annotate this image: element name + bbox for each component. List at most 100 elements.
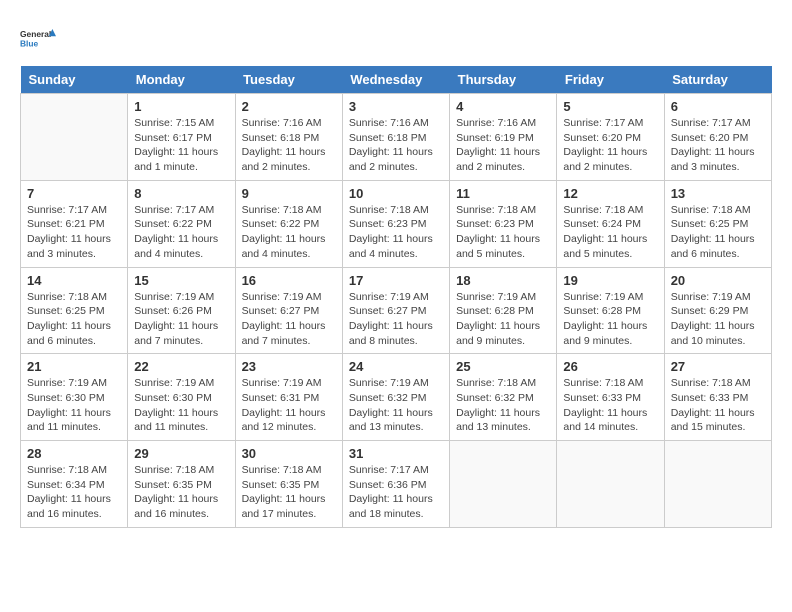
logo-svg: General Blue [20, 20, 56, 56]
calendar-cell: 19Sunrise: 7:19 AMSunset: 6:28 PMDayligh… [557, 267, 664, 354]
day-number: 30 [242, 446, 336, 461]
header-sunday: Sunday [21, 66, 128, 94]
day-number: 23 [242, 359, 336, 374]
calendar-cell: 23 Sunrise: 7:19 AMSunset: 6:31 PMDayligh… [235, 354, 342, 441]
day-number: 6 [671, 99, 765, 114]
header-saturday: Saturday [664, 66, 771, 94]
day-info: Sunrise: 7:18 AMSunset: 6:25 PMDaylight:… [27, 290, 121, 349]
calendar-cell: 16 Sunrise: 7:19 AMSunset: 6:27 PMDayligh… [235, 267, 342, 354]
day-number: 25 [456, 359, 550, 374]
day-number: 18 [456, 273, 550, 288]
calendar-cell: 12 Sunrise: 7:18 AMSunset: 6:24 PMDayligh… [557, 180, 664, 267]
day-info: Sunrise: 7:19 AMSunset: 6:26 PMDaylight:… [134, 290, 228, 349]
calendar-cell: 27Sunrise: 7:18 AMSunset: 6:33 PMDayligh… [664, 354, 771, 441]
calendar-cell [450, 441, 557, 528]
day-info: Sunrise: 7:19 AMSunset: 6:30 PMDaylight:… [27, 376, 121, 435]
calendar-cell [664, 441, 771, 528]
day-info: Sunrise: 7:19 AMSunset: 6:27 PMDaylight:… [349, 290, 443, 349]
calendar-cell: 2 Sunrise: 7:16 AMSunset: 6:18 PMDaylight… [235, 94, 342, 181]
day-info: Sunrise: 7:19 AMSunset: 6:29 PMDaylight:… [671, 290, 765, 349]
calendar-cell: 1Sunrise: 7:15 AMSunset: 6:17 PMDaylight… [128, 94, 235, 181]
day-number: 15 [134, 273, 228, 288]
calendar-cell: 8 Sunrise: 7:17 AMSunset: 6:22 PMDaylight… [128, 180, 235, 267]
day-info: Sunrise: 7:16 AMSunset: 6:18 PMDaylight:… [242, 116, 336, 175]
day-info: Sunrise: 7:16 AMSunset: 6:18 PMDaylight:… [349, 116, 443, 175]
day-number: 2 [242, 99, 336, 114]
day-info: Sunrise: 7:18 AMSunset: 6:33 PMDaylight:… [563, 376, 657, 435]
day-info: Sunrise: 7:17 AMSunset: 6:22 PMDaylight:… [134, 203, 228, 262]
day-info: Sunrise: 7:16 AMSunset: 6:19 PMDaylight:… [456, 116, 550, 175]
page-header: General Blue [20, 20, 772, 56]
calendar-cell [21, 94, 128, 181]
svg-text:Blue: Blue [20, 38, 39, 48]
calendar-cell: 15 Sunrise: 7:19 AMSunset: 6:26 PMDayligh… [128, 267, 235, 354]
day-number: 31 [349, 446, 443, 461]
day-number: 24 [349, 359, 443, 374]
day-info: Sunrise: 7:17 AMSunset: 6:20 PMDaylight:… [671, 116, 765, 175]
calendar-cell: 30 Sunrise: 7:18 AMSunset: 6:35 PMDayligh… [235, 441, 342, 528]
day-info: Sunrise: 7:19 AMSunset: 6:30 PMDaylight:… [134, 376, 228, 435]
calendar-cell: 6 Sunrise: 7:17 AMSunset: 6:20 PMDaylight… [664, 94, 771, 181]
calendar-table: SundayMondayTuesdayWednesdayThursdayFrid… [20, 66, 772, 528]
day-number: 21 [27, 359, 121, 374]
calendar-cell [557, 441, 664, 528]
calendar-cell: 20 Sunrise: 7:19 AMSunset: 6:29 PMDayligh… [664, 267, 771, 354]
day-number: 3 [349, 99, 443, 114]
header-friday: Friday [557, 66, 664, 94]
day-info: Sunrise: 7:19 AMSunset: 6:28 PMDaylight:… [456, 290, 550, 349]
logo: General Blue [20, 20, 56, 56]
day-info: Sunrise: 7:17 AMSunset: 6:36 PMDaylight:… [349, 463, 443, 522]
calendar-week-4: 21 Sunrise: 7:19 AMSunset: 6:30 PMDayligh… [21, 354, 772, 441]
calendar-week-1: 1Sunrise: 7:15 AMSunset: 6:17 PMDaylight… [21, 94, 772, 181]
calendar-cell: 11 Sunrise: 7:18 AMSunset: 6:23 PMDayligh… [450, 180, 557, 267]
day-info: Sunrise: 7:18 AMSunset: 6:35 PMDaylight:… [134, 463, 228, 522]
day-number: 13 [671, 186, 765, 201]
day-number: 11 [456, 186, 550, 201]
day-number: 9 [242, 186, 336, 201]
calendar-cell: 29 Sunrise: 7:18 AMSunset: 6:35 PMDayligh… [128, 441, 235, 528]
day-number: 14 [27, 273, 121, 288]
calendar-cell: 3 Sunrise: 7:16 AMSunset: 6:18 PMDaylight… [342, 94, 449, 181]
calendar-cell: 21 Sunrise: 7:19 AMSunset: 6:30 PMDayligh… [21, 354, 128, 441]
day-info: Sunrise: 7:18 AMSunset: 6:23 PMDaylight:… [349, 203, 443, 262]
header-monday: Monday [128, 66, 235, 94]
day-info: Sunrise: 7:19 AMSunset: 6:31 PMDaylight:… [242, 376, 336, 435]
day-info: Sunrise: 7:18 AMSunset: 6:25 PMDaylight:… [671, 203, 765, 262]
calendar-cell: 7Sunrise: 7:17 AMSunset: 6:21 PMDaylight… [21, 180, 128, 267]
day-info: Sunrise: 7:18 AMSunset: 6:23 PMDaylight:… [456, 203, 550, 262]
calendar-cell: 5 Sunrise: 7:17 AMSunset: 6:20 PMDaylight… [557, 94, 664, 181]
day-number: 16 [242, 273, 336, 288]
day-number: 10 [349, 186, 443, 201]
day-info: Sunrise: 7:19 AMSunset: 6:28 PMDaylight:… [563, 290, 657, 349]
calendar-cell: 4 Sunrise: 7:16 AMSunset: 6:19 PMDaylight… [450, 94, 557, 181]
day-info: Sunrise: 7:19 AMSunset: 6:32 PMDaylight:… [349, 376, 443, 435]
day-number: 7 [27, 186, 121, 201]
calendar-cell: 26 Sunrise: 7:18 AMSunset: 6:33 PMDayligh… [557, 354, 664, 441]
calendar-cell: 17Sunrise: 7:19 AMSunset: 6:27 PMDayligh… [342, 267, 449, 354]
calendar-cell: 24 Sunrise: 7:19 AMSunset: 6:32 PMDayligh… [342, 354, 449, 441]
day-number: 28 [27, 446, 121, 461]
calendar-cell: 18 Sunrise: 7:19 AMSunset: 6:28 PMDayligh… [450, 267, 557, 354]
day-info: Sunrise: 7:19 AMSunset: 6:27 PMDaylight:… [242, 290, 336, 349]
day-info: Sunrise: 7:18 AMSunset: 6:24 PMDaylight:… [563, 203, 657, 262]
svg-text:General: General [20, 29, 51, 39]
day-number: 26 [563, 359, 657, 374]
day-number: 1 [134, 99, 228, 114]
day-number: 8 [134, 186, 228, 201]
day-number: 27 [671, 359, 765, 374]
calendar-cell: 28Sunrise: 7:18 AMSunset: 6:34 PMDayligh… [21, 441, 128, 528]
day-number: 5 [563, 99, 657, 114]
day-info: Sunrise: 7:18 AMSunset: 6:22 PMDaylight:… [242, 203, 336, 262]
day-number: 12 [563, 186, 657, 201]
day-info: Sunrise: 7:17 AMSunset: 6:20 PMDaylight:… [563, 116, 657, 175]
calendar-cell: 22Sunrise: 7:19 AMSunset: 6:30 PMDayligh… [128, 354, 235, 441]
header-wednesday: Wednesday [342, 66, 449, 94]
day-number: 4 [456, 99, 550, 114]
day-number: 29 [134, 446, 228, 461]
calendar-cell: 25Sunrise: 7:18 AMSunset: 6:32 PMDayligh… [450, 354, 557, 441]
day-number: 20 [671, 273, 765, 288]
calendar-header-row: SundayMondayTuesdayWednesdayThursdayFrid… [21, 66, 772, 94]
day-info: Sunrise: 7:18 AMSunset: 6:35 PMDaylight:… [242, 463, 336, 522]
calendar-cell: 13 Sunrise: 7:18 AMSunset: 6:25 PMDayligh… [664, 180, 771, 267]
calendar-cell: 10 Sunrise: 7:18 AMSunset: 6:23 PMDayligh… [342, 180, 449, 267]
